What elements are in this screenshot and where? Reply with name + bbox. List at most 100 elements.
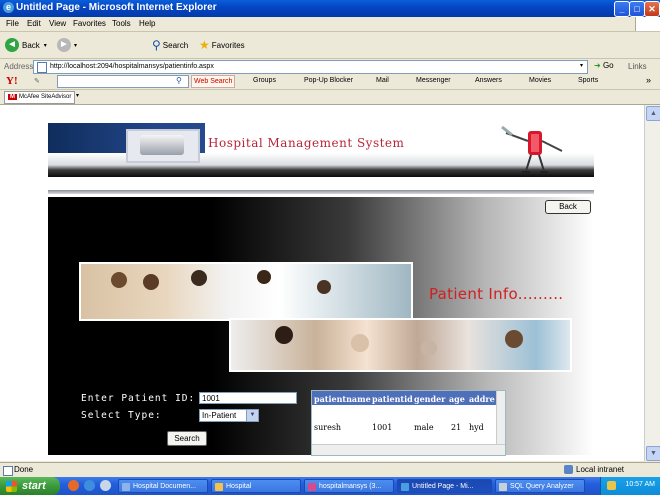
status-bar: Done Local intranet	[0, 462, 660, 477]
yahoo-popup-blocker[interactable]: Pop-Up Blocker	[304, 77, 353, 84]
web-search-button[interactable]: Web Search	[191, 75, 236, 88]
patient-type-select[interactable]: In-Patient ▼	[199, 409, 259, 422]
intranet-icon	[564, 465, 573, 474]
sql-icon	[499, 483, 507, 491]
menu-file[interactable]: File	[6, 19, 19, 28]
chevron-down-icon: ▾	[74, 42, 78, 49]
menu-tools[interactable]: Tools	[112, 19, 131, 28]
yahoo-logo-icon[interactable]: Y!	[6, 75, 18, 87]
window-title-bar: e Untitled Page - Microsoft Internet Exp…	[0, 0, 660, 17]
task-sql-query-analyzer[interactable]: SQL Query Analyzer	[495, 479, 585, 493]
start-button[interactable]: start	[0, 477, 60, 495]
search-icon: ⚲	[152, 38, 161, 52]
forward-button[interactable]: ► ▾	[57, 36, 77, 54]
task-hospital-folder[interactable]: Hospital	[211, 479, 301, 493]
patient-id-input[interactable]: 1001	[199, 392, 297, 404]
yahoo-mail[interactable]: Mail	[376, 77, 389, 84]
address-url: http://localhost:2094/hospitalmansys/pat…	[50, 63, 214, 70]
divider	[48, 190, 594, 194]
ie-quicklaunch-icon[interactable]	[84, 480, 95, 491]
pencil-icon[interactable]: ✎	[34, 77, 40, 85]
chevron-right-icon[interactable]: »	[646, 75, 651, 85]
start-label: start	[22, 480, 46, 492]
grid-header-cell: patientid	[372, 394, 413, 404]
zone-text: Local intranet	[576, 465, 625, 474]
yahoo-answers[interactable]: Answers	[475, 77, 502, 84]
page-scrollbar[interactable]: ▲ ▼	[644, 105, 660, 461]
favorites-button[interactable]: ★ Favorites	[199, 36, 245, 54]
select-type-label: Select Type:	[81, 410, 162, 421]
back-label: Back	[22, 40, 40, 50]
task-untitled-page[interactable]: Untitled Page - Mi...	[397, 479, 492, 493]
status-text: Done	[14, 465, 34, 474]
address-bar: Address http://localhost:2094/hospitalma…	[0, 59, 660, 75]
back-link-button[interactable]: Back	[545, 200, 591, 214]
yahoo-search-input[interactable]: ⚲	[57, 75, 189, 88]
mcafee-button[interactable]: M McAfee SiteAdvisor	[4, 91, 76, 104]
chevron-down-icon: ▼	[246, 410, 258, 421]
windows-logo-icon	[635, 17, 660, 31]
minimize-button[interactable]: _	[614, 1, 630, 17]
task-hospitalmansys[interactable]: hospitalmansys (3...	[304, 479, 394, 493]
links-button[interactable]: Links	[628, 62, 647, 71]
menu-favorites[interactable]: Favorites	[73, 19, 106, 28]
back-arrow-icon: ◄	[5, 38, 19, 52]
search-button[interactable]: Search	[167, 431, 207, 446]
grid-cell: suresh	[314, 423, 342, 432]
site-title: Hospital Management System	[208, 136, 405, 150]
scroll-down-icon[interactable]: ▼	[646, 446, 660, 461]
desktop-icon[interactable]	[100, 480, 111, 491]
close-button[interactable]: ✕	[644, 1, 660, 17]
grid-cell: male	[414, 423, 434, 432]
page-icon	[37, 62, 47, 73]
page-heading: Patient Info.........	[429, 285, 564, 303]
chevron-down-icon[interactable]: ▾	[580, 62, 583, 69]
tray-icon[interactable]	[607, 481, 616, 490]
grid-cell: hyd	[469, 423, 484, 432]
task-label: hospitalmansys (3...	[319, 483, 382, 490]
address-input[interactable]: http://localhost:2094/hospitalmansys/pat…	[33, 60, 588, 74]
standard-toolbar: ◄ Back ▾ ► ▾ ✕ ↻ ⌂ ⚲ Search ★ Favorites …	[0, 32, 660, 84]
menu-view[interactable]: View	[49, 19, 66, 28]
chevron-down-icon[interactable]: ▾	[76, 92, 79, 99]
task-label: Hospital Documen...	[133, 483, 197, 490]
task-hospital-documents[interactable]: Hospital Documen...	[118, 479, 208, 493]
go-arrow-icon: ➜	[594, 61, 601, 70]
grid-header-cell: gender	[414, 394, 446, 404]
grid-cell: 21	[451, 423, 462, 432]
search-button[interactable]: ⚲ Search	[152, 36, 188, 54]
grid-header-cell: patientname	[314, 394, 371, 404]
star-icon: ★	[199, 38, 210, 52]
results-grid: patientname patientid gender age addre s…	[311, 390, 506, 456]
forward-arrow-icon: ►	[57, 38, 71, 52]
back-button[interactable]: ◄ Back ▾	[5, 36, 47, 54]
grid-horizontal-scrollbar[interactable]	[312, 444, 505, 455]
grid-cell: 1001	[372, 423, 393, 432]
patient-type-value: In-Patient	[202, 411, 237, 420]
go-button[interactable]: ➜ Go	[594, 61, 614, 70]
table-row: suresh 1001 male 21 hyd	[312, 423, 505, 435]
system-tray: 10:57 AM	[600, 477, 660, 495]
grid-header-cell: addre	[469, 394, 495, 404]
search-icon: ⚲	[176, 76, 182, 85]
menu-bar: File Edit View Favorites Tools Help	[0, 17, 660, 32]
yahoo-messenger[interactable]: Messenger	[416, 77, 451, 84]
yahoo-sports[interactable]: Sports	[578, 77, 598, 84]
firefox-icon[interactable]	[68, 480, 79, 491]
site-banner: Hospital Management System	[48, 123, 594, 177]
yahoo-groups[interactable]: Groups	[253, 77, 276, 84]
yahoo-movies[interactable]: Movies	[529, 77, 551, 84]
taskbar: start Hospital Documen... Hospital hospi…	[0, 477, 660, 495]
menu-edit[interactable]: Edit	[27, 19, 41, 28]
scroll-up-icon[interactable]: ▲	[646, 106, 660, 121]
mascot-image	[501, 125, 563, 174]
menu-help[interactable]: Help	[139, 19, 155, 28]
chevron-down-icon: ▾	[43, 42, 47, 49]
task-label: Untitled Page - Mi...	[412, 483, 474, 490]
family-doctor-photo	[79, 262, 413, 321]
maximize-button[interactable]: □	[629, 1, 645, 17]
grid-vertical-scrollbar[interactable]	[496, 391, 505, 444]
ie-icon: e	[3, 2, 14, 13]
folder-icon	[215, 483, 223, 491]
go-label: Go	[602, 61, 614, 70]
